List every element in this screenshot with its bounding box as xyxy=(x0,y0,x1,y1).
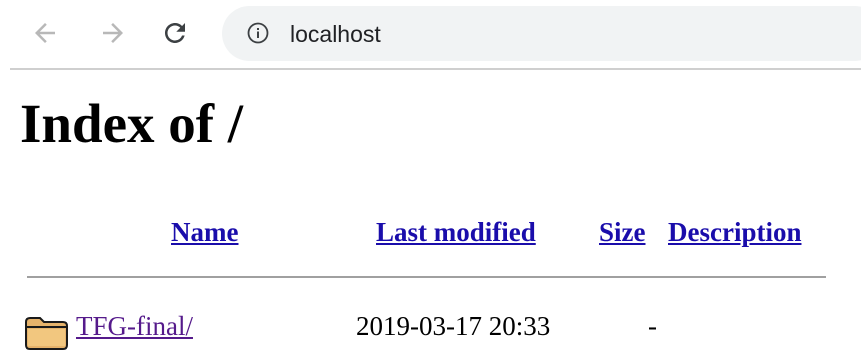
page-title: Index of / xyxy=(20,93,244,154)
header-divider xyxy=(27,276,826,278)
arrow-right-icon xyxy=(103,23,123,43)
entry-size: - xyxy=(648,311,657,341)
entry-last-modified: 2019-03-17 20:33 xyxy=(356,311,551,341)
column-header-size[interactable]: Size xyxy=(599,216,646,248)
toolbar-divider xyxy=(10,68,861,70)
info-icon[interactable] xyxy=(246,21,270,45)
address-bar[interactable]: localhost xyxy=(222,6,861,61)
browser-toolbar: localhost xyxy=(0,0,861,68)
column-header-description[interactable]: Description xyxy=(668,216,801,248)
folder-icon xyxy=(25,317,68,350)
reload-icon xyxy=(165,23,185,43)
back-button[interactable] xyxy=(28,16,62,50)
arrow-left-icon xyxy=(35,23,55,43)
column-header-name[interactable]: Name xyxy=(171,216,238,248)
reload-button[interactable] xyxy=(158,16,192,50)
forward-button[interactable] xyxy=(96,16,130,50)
entry-name-link[interactable]: TFG-final/ xyxy=(76,310,193,342)
url-text[interactable]: localhost xyxy=(290,21,381,47)
column-header-last-modified[interactable]: Last modified xyxy=(376,216,536,248)
